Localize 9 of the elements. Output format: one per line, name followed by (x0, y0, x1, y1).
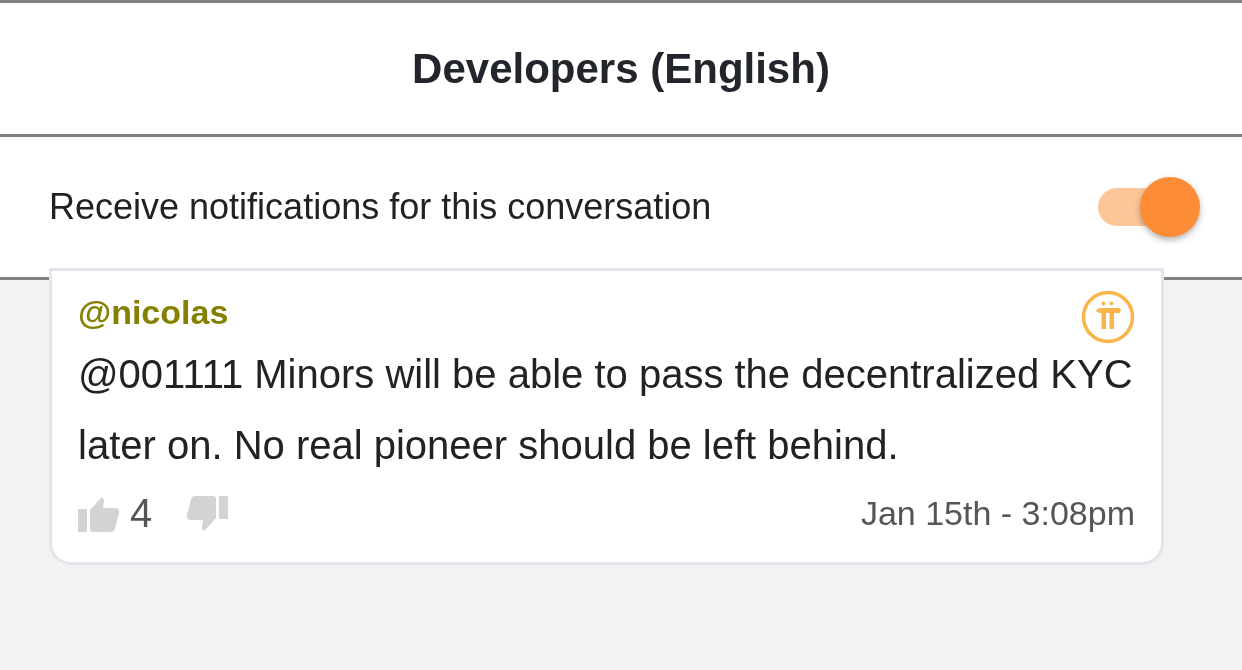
message-author[interactable]: @nicolas (78, 292, 229, 332)
notifications-toggle[interactable] (1098, 176, 1200, 238)
chat-title: Developers (English) (412, 44, 830, 93)
message-time: Jan 15th - 3:08pm (860, 494, 1135, 533)
message-text: @001111 Minors will be able to pass the decentralized KYC later on. No real pioneer should be left behind. (78, 351, 1134, 469)
notifications-label: Receive notifications for this conversation (49, 186, 712, 228)
thumbs-down-icon[interactable] (184, 494, 229, 533)
pi-logo-icon (1081, 290, 1135, 344)
like-count: 4 (130, 491, 153, 536)
